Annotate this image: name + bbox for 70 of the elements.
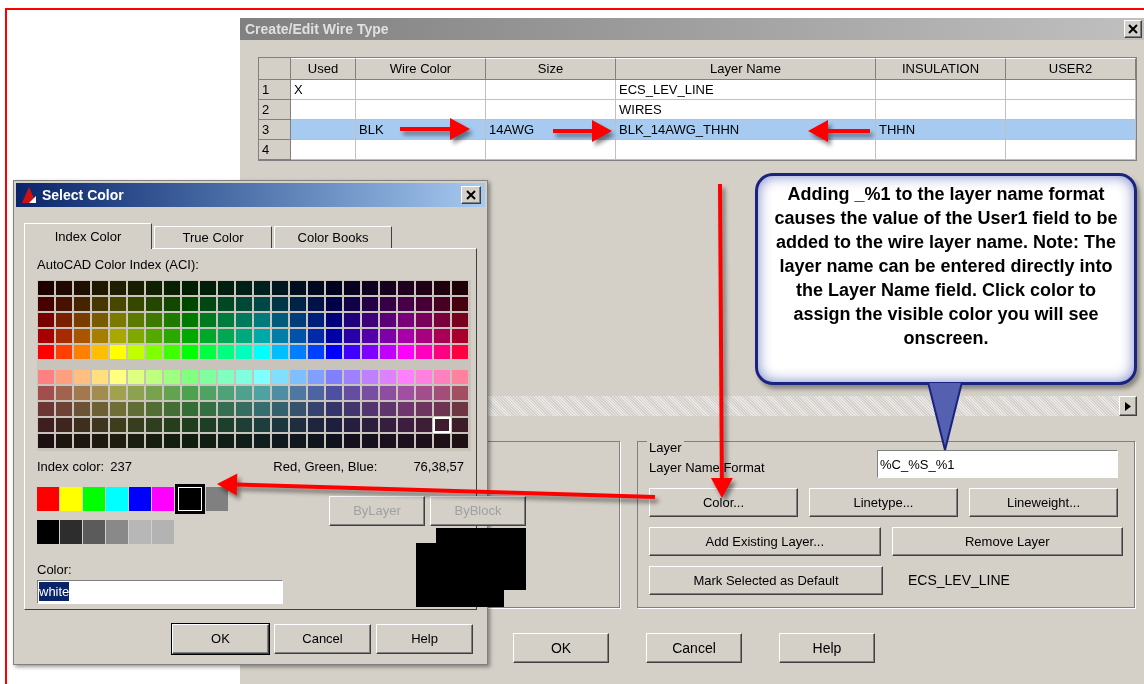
dialog-button[interactable]: Help xyxy=(779,633,875,663)
column-header[interactable]: Used xyxy=(291,58,356,80)
layer-button[interactable]: Color... xyxy=(649,488,798,517)
scroll-right-button[interactable] xyxy=(1119,396,1137,416)
layer-button[interactable]: Add Existing Layer... xyxy=(649,527,881,556)
table-row[interactable]: 2 WIRES xyxy=(259,100,1136,120)
annotation-arrow xyxy=(553,120,612,142)
column-header[interactable]: Wire Color xyxy=(356,58,486,80)
dialog-button[interactable]: Help xyxy=(376,624,473,654)
color-swatch[interactable] xyxy=(175,484,205,514)
format-field[interactable]: %C_%S_%1 xyxy=(877,450,1118,478)
column-header[interactable]: Layer Name xyxy=(616,58,876,80)
group-legend: Layer xyxy=(647,441,684,455)
annotation-arrow xyxy=(808,120,870,142)
color-swatch[interactable] xyxy=(106,487,128,511)
close-icon xyxy=(466,190,476,200)
shade-swatch[interactable] xyxy=(129,520,151,544)
column-header[interactable]: USER2 xyxy=(1006,58,1136,80)
row-number: 1 xyxy=(259,80,291,100)
layer-button[interactable]: Lineweight... xyxy=(969,488,1118,517)
index-value: 237 xyxy=(110,457,133,476)
window-title: Select Color xyxy=(42,185,125,205)
table-row[interactable]: 4 xyxy=(259,140,1136,160)
dialog-button[interactable]: OK xyxy=(172,624,269,654)
column-header[interactable]: Size xyxy=(486,58,616,80)
app-logo-icon xyxy=(20,186,38,204)
format-label: Layer Name Format xyxy=(649,459,766,478)
table-row[interactable]: 3 BLK 14AWG BLK_14AWG_THHN THHN xyxy=(259,120,1136,140)
layer-button[interactable]: Linetype... xyxy=(809,488,958,517)
tab[interactable]: Index Color xyxy=(24,223,152,249)
shade-swatch[interactable] xyxy=(60,520,82,544)
shade-swatch[interactable] xyxy=(106,520,128,544)
rgb-label: Red, Green, Blue: xyxy=(273,457,378,476)
color-swatch[interactable] xyxy=(60,487,82,511)
callout-pointer xyxy=(925,382,965,452)
close-button[interactable] xyxy=(1124,20,1142,38)
shade-swatch[interactable] xyxy=(83,520,105,544)
column-header[interactable]: INSULATION xyxy=(876,58,1006,80)
color-swatch[interactable] xyxy=(129,487,151,511)
default-button[interactable]: Mark Selected as Default xyxy=(649,566,883,595)
right-triangle-icon xyxy=(1125,401,1131,411)
color-label: Color: xyxy=(37,561,73,579)
dialog-button[interactable]: Cancel xyxy=(274,624,371,654)
close-icon xyxy=(1128,24,1138,34)
annotation-arrow xyxy=(400,118,470,140)
layer-button[interactable]: Remove Layer xyxy=(891,527,1123,556)
dialog-button[interactable]: OK xyxy=(513,633,609,663)
default-layer-text: ECS_LEV_LINE xyxy=(908,571,1010,590)
tab[interactable]: Color Books xyxy=(274,226,392,248)
callout-bubble: Adding _%1 to the layer name format causes the value of the User1 field to be added to the wire layer name. Note: The layer name can be entered directly into the Layer Name field. Click color to assign the visible color you will see onscreen. xyxy=(755,173,1137,385)
index-label: Index color: xyxy=(37,457,105,476)
color-palette-drawing[interactable] xyxy=(37,279,471,451)
window-title: Create/Edit Wire Type xyxy=(245,19,390,39)
shade-swatch[interactable] xyxy=(152,520,174,544)
row-number: 3 xyxy=(259,120,291,140)
palette-label: AutoCAD Color Index (ACI): xyxy=(37,256,200,274)
rgb-value: 76,38,57 xyxy=(413,457,464,476)
table-row[interactable]: 1 X ECS_LEV_LINE xyxy=(259,80,1136,100)
shade-swatch[interactable] xyxy=(37,520,59,544)
color-swatch[interactable] xyxy=(152,487,174,511)
tab[interactable]: True Color xyxy=(154,226,272,248)
row-number: 2 xyxy=(259,100,291,120)
row-number: 4 xyxy=(259,140,291,160)
color-swatch[interactable] xyxy=(83,487,105,511)
color-swatch[interactable] xyxy=(206,487,228,511)
color-swatch[interactable] xyxy=(37,487,59,511)
close-button[interactable] xyxy=(461,186,481,204)
table-cell xyxy=(291,140,356,160)
color-field[interactable]: white xyxy=(37,579,283,604)
dialog-button[interactable]: Cancel xyxy=(646,633,742,663)
